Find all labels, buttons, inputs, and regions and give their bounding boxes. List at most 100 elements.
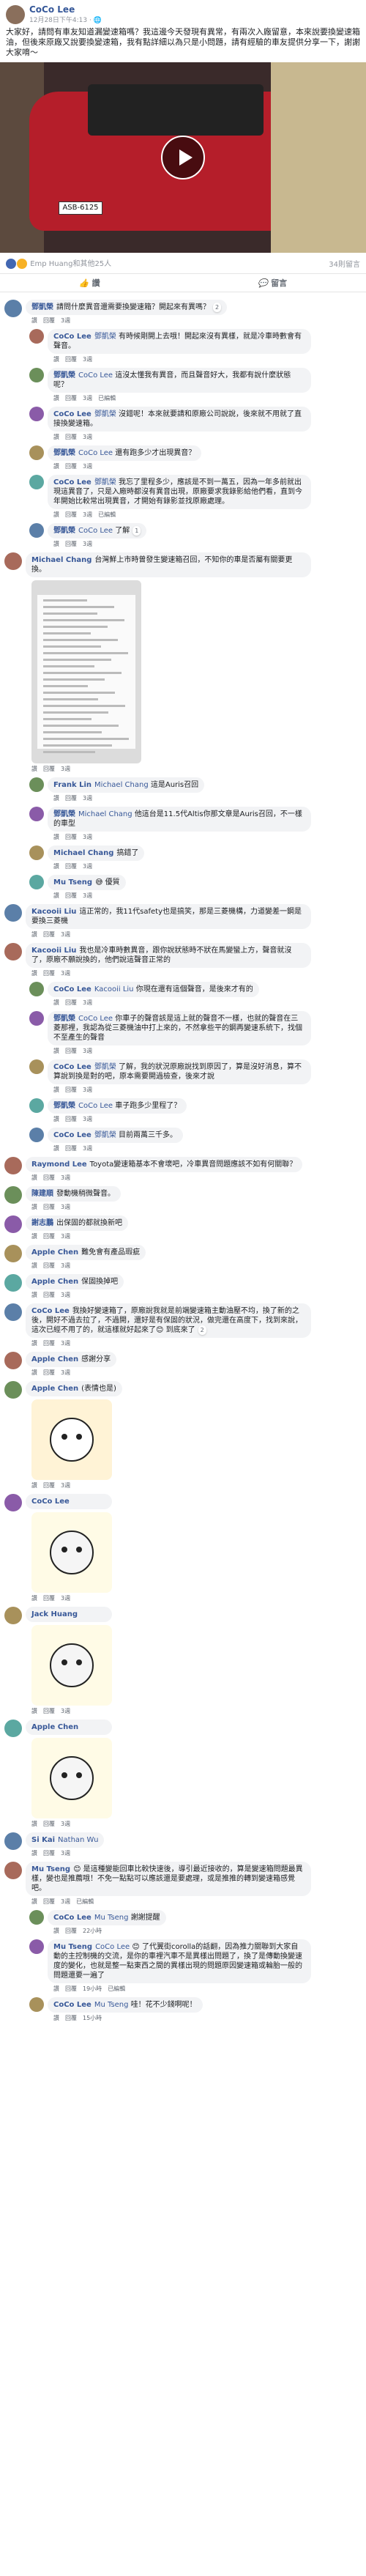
comment-like-link[interactable]: 讚 — [53, 511, 59, 518]
commenter-name[interactable]: 鄧凱榮 — [53, 810, 75, 818]
mention-tag[interactable]: 鄧凱榮 — [94, 410, 116, 418]
commenter-avatar[interactable] — [4, 1245, 22, 1262]
mention-tag[interactable]: CoCo Lee — [78, 1015, 113, 1023]
comment-reaction-badge[interactable]: 1 — [132, 526, 141, 536]
comment-like-link[interactable]: 讚 — [31, 1204, 37, 1210]
commenter-avatar[interactable] — [4, 1832, 22, 1850]
commenter-avatar[interactable] — [29, 1128, 44, 1142]
comment-like-link[interactable]: 讚 — [53, 999, 59, 1006]
comment-reply-link[interactable]: 回覆 — [43, 1369, 55, 1376]
mention-tag[interactable]: Kacooii Liu — [94, 985, 134, 993]
commenter-avatar[interactable] — [29, 407, 44, 421]
commenter-avatar[interactable] — [29, 1910, 44, 1925]
comment-like-link[interactable]: 讚 — [31, 1340, 37, 1347]
comment-button[interactable]: 留言 — [258, 277, 287, 289]
commenter-avatar[interactable] — [29, 1011, 44, 1026]
comment-like-link[interactable]: 讚 — [31, 1595, 37, 1602]
mention-tag[interactable]: Mu Tseng — [94, 1914, 129, 1922]
commenter-avatar[interactable] — [29, 1997, 44, 2012]
comment-time[interactable]: 3週 — [61, 1708, 70, 1714]
sticker-image[interactable] — [31, 1512, 112, 1593]
comment-reply-link[interactable]: 回覆 — [65, 434, 77, 440]
commenter-name[interactable]: Mu Tseng — [53, 1943, 92, 1951]
commenter-avatar[interactable] — [29, 807, 44, 821]
comment-time[interactable]: 3週 — [83, 463, 92, 470]
commenter-name[interactable]: Kacooii Liu — [31, 947, 76, 955]
comment-like-link[interactable]: 讚 — [53, 1048, 59, 1054]
comment-time[interactable]: 3週 — [61, 1369, 70, 1376]
comment-like-link[interactable]: 讚 — [53, 892, 59, 899]
comment-time[interactable]: 3週 — [83, 511, 92, 518]
sticker-image[interactable] — [31, 1625, 112, 1706]
comment-reply-link[interactable]: 回覆 — [43, 1821, 55, 1827]
comment-reply-link[interactable]: 回覆 — [65, 834, 77, 840]
comment-reply-link[interactable]: 回覆 — [65, 356, 77, 363]
comment-like-link[interactable]: 讚 — [53, 434, 59, 440]
comment-time[interactable]: 3週 — [61, 1174, 70, 1181]
comment-reply-link[interactable]: 回覆 — [65, 795, 77, 802]
comment-reply-link[interactable]: 回覆 — [43, 1233, 55, 1240]
sticker-image[interactable] — [31, 1399, 112, 1480]
commenter-avatar[interactable] — [4, 1303, 22, 1321]
comment-reply-link[interactable]: 回覆 — [43, 1262, 55, 1269]
comment-reply-link[interactable]: 回覆 — [65, 1985, 77, 1992]
comment-reply-link[interactable]: 回覆 — [43, 1898, 55, 1905]
comment-reply-link[interactable]: 回覆 — [43, 1708, 55, 1714]
comment-like-link[interactable]: 讚 — [31, 1708, 37, 1714]
comment-like-link[interactable]: 讚 — [53, 795, 59, 802]
comment-like-link[interactable]: 讚 — [53, 1087, 59, 1093]
commenter-name[interactable]: Mu Tseng — [31, 1865, 70, 1873]
commenter-avatar[interactable] — [4, 1607, 22, 1624]
comment-like-link[interactable]: 讚 — [53, 834, 59, 840]
author-avatar[interactable] — [6, 4, 25, 24]
commenter-avatar[interactable] — [4, 943, 22, 961]
commenter-avatar[interactable] — [4, 1274, 22, 1292]
commenter-name[interactable]: CoCo Lee — [53, 410, 92, 418]
commenter-name[interactable]: Kacooii Liu — [31, 908, 76, 916]
comment-reply-link[interactable]: 回覆 — [65, 2015, 77, 2021]
video-player[interactable]: ASB-6125 — [0, 62, 366, 253]
comment-reply-link[interactable]: 回覆 — [65, 999, 77, 1006]
commenter-avatar[interactable] — [4, 1381, 22, 1399]
play-icon[interactable] — [161, 136, 205, 179]
comment-reply-link[interactable]: 回覆 — [65, 1928, 77, 1934]
commenter-name[interactable]: Apple Chen — [31, 1278, 78, 1286]
commenter-name[interactable]: Apple Chen — [31, 1385, 78, 1393]
comment-time[interactable]: 3週 — [61, 1292, 70, 1298]
comment-time[interactable]: 3週 — [61, 1204, 70, 1210]
mention-tag[interactable]: 鄧凱榮 — [94, 478, 116, 486]
mention-tag[interactable]: CoCo Lee — [78, 1102, 113, 1110]
commenter-name[interactable]: CoCo Lee — [31, 1498, 70, 1506]
commenter-avatar[interactable] — [4, 1862, 22, 1879]
comment-reply-link[interactable]: 回覆 — [43, 1292, 55, 1298]
comment-like-link[interactable]: 讚 — [53, 1985, 59, 1992]
comment-time[interactable]: 3週 — [61, 317, 70, 324]
comment-reply-link[interactable]: 回覆 — [65, 1087, 77, 1093]
comment-reaction-badge[interactable]: 2 — [213, 303, 222, 312]
comment-reply-link[interactable]: 回覆 — [65, 1145, 77, 1152]
comment-time[interactable]: 3週 — [83, 395, 92, 401]
mention-tag[interactable]: Michael Chang — [94, 781, 149, 789]
comment-time[interactable]: 22小時 — [83, 1928, 102, 1934]
comment-like-link[interactable]: 讚 — [31, 1233, 37, 1240]
comment-time[interactable]: 3週 — [61, 1595, 70, 1602]
commenter-name[interactable]: Mu Tseng — [53, 878, 92, 887]
mention-tag[interactable]: Mu Tseng — [94, 2001, 129, 2009]
comment-reply-link[interactable]: 回覆 — [43, 1174, 55, 1181]
comment-time[interactable]: 3週 — [83, 795, 92, 802]
commenter-name[interactable]: 鄧凱榮 — [31, 303, 53, 311]
comment-like-link[interactable]: 讚 — [53, 356, 59, 363]
commenter-avatar[interactable] — [29, 982, 44, 996]
commenter-avatar[interactable] — [29, 1098, 44, 1113]
mention-tag[interactable]: CoCo Lee — [78, 371, 113, 380]
commenter-name[interactable]: Michael Chang — [31, 556, 92, 564]
sticker-image[interactable] — [31, 1738, 112, 1818]
comment-reaction-badge[interactable]: 2 — [198, 1325, 206, 1335]
comment-reply-link[interactable]: 回覆 — [43, 1850, 55, 1857]
comment-time[interactable]: 19小時 — [83, 1985, 102, 1992]
mention-tag[interactable]: CoCo Lee — [78, 449, 113, 457]
mention-tag[interactable]: CoCo Lee — [78, 527, 113, 535]
comment-reply-link[interactable]: 回覆 — [43, 317, 55, 324]
comment-time[interactable]: 3週 — [61, 766, 70, 772]
commenter-name[interactable]: CoCo Lee — [53, 985, 92, 993]
